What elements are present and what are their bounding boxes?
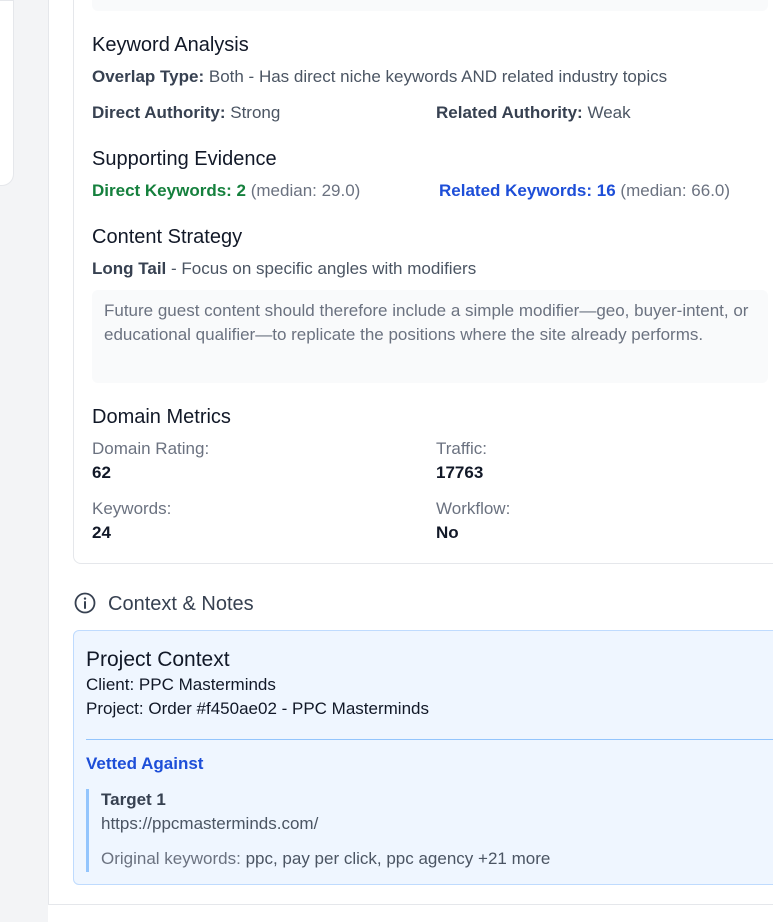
direct-authority-label: Direct Authority: [92,103,226,122]
traffic-value: 17763 [436,463,484,482]
domain-rating-label: Domain Rating: [92,439,210,458]
vetted-against-heading: Vetted Against [86,754,204,773]
target-url: https://ppcmasterminds.com/ [101,814,319,833]
info-circle-icon [74,592,96,614]
related-keywords-row: Related Keywords: 16 (median: 66.0) [439,181,730,201]
direct-keywords-median: (median: 29.0) [250,181,361,200]
overlap-type-label: Overlap Type: [92,67,205,86]
related-authority-row: Related Authority: Weak [436,103,631,123]
related-keywords-median: (median: 66.0) [620,181,731,200]
content-strategy-type: Long Tail [92,259,167,278]
context-divider [86,739,773,740]
related-keywords-count: Related Keywords: 16 [439,181,616,200]
target-keywords-label: Original keywords: [101,849,246,868]
project-context-heading: Project Context [86,648,230,671]
previous-section-box [92,0,768,11]
direct-authority-row: Direct Authority: Strong [92,103,280,123]
related-authority-label: Related Authority: [436,103,583,122]
context-notes-heading: Context & Notes [108,593,254,615]
related-authority-value: Weak [587,103,631,122]
content-strategy-description: - Focus on specific angles with modifier… [166,259,477,278]
content-strategy-row: Long Tail - Focus on specific angles wit… [92,259,476,279]
direct-keywords-count: Direct Keywords: 2 [92,181,246,200]
target-keywords-row: Original keywords: ppc, pay per click, p… [101,849,550,869]
domain-metrics-heading: Domain Metrics [92,406,231,428]
target-keywords-value: ppc, pay per click, ppc agency +21 more [245,849,551,868]
direct-authority-value: Strong [230,103,281,122]
keywords-value: 24 [92,523,111,542]
workflow-label: Workflow: [436,499,511,518]
content-strategy-heading: Content Strategy [92,226,243,248]
target-accent-bar [86,789,89,872]
domain-rating-value: 62 [92,463,111,482]
workflow-value: No [436,523,459,542]
content-strategy-note: Future guest content should therefore in… [92,290,768,383]
bottom-section-edge [48,904,773,922]
supporting-evidence-heading: Supporting Evidence [92,148,277,170]
target-name: Target 1 [101,790,166,809]
project-line: Project: Order #f450ae02 - PPC Mastermin… [86,699,429,718]
overlap-type-value: Both - Has direct niche keywords AND rel… [208,67,668,86]
traffic-label: Traffic: [436,439,488,458]
direct-keywords-row: Direct Keywords: 2 (median: 29.0) [92,181,360,201]
left-panel-edge [0,0,14,186]
overlap-type-row: Overlap Type: Both - Has direct niche ke… [92,67,667,87]
keyword-analysis-heading: Keyword Analysis [92,34,249,56]
keywords-label: Keywords: [92,499,172,518]
client-line: Client: PPC Masterminds [86,675,276,694]
